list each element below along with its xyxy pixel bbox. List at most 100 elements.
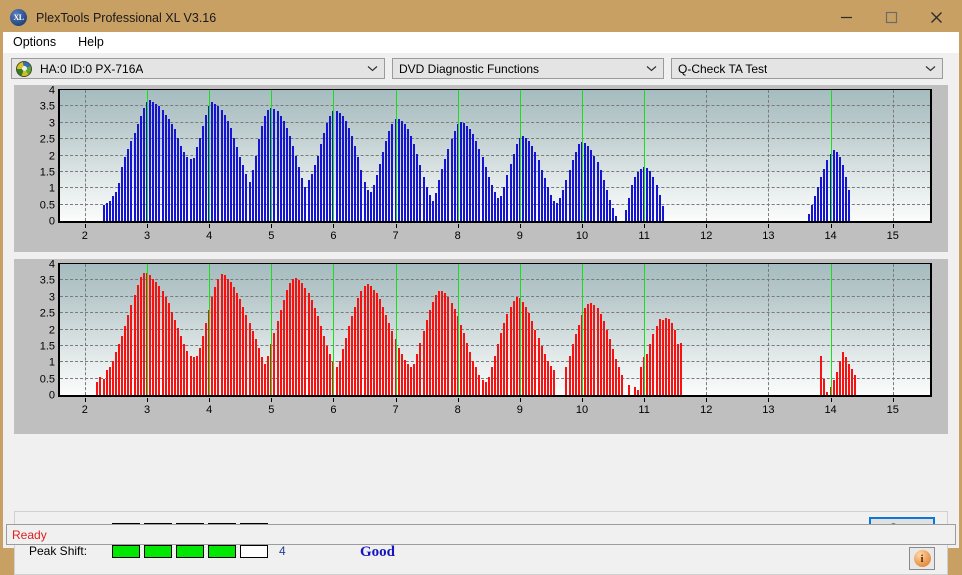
chart-bar xyxy=(577,144,580,221)
chart-bar xyxy=(587,145,590,221)
y-axis-tick-label: 3.5 xyxy=(39,100,55,113)
y-axis-tick-label: 0.5 xyxy=(39,199,55,212)
chart-bar xyxy=(251,170,254,221)
x-axis-tick-label: 6 xyxy=(330,230,337,242)
chart-bar xyxy=(549,365,552,395)
chart-bar xyxy=(810,204,813,221)
test-selector[interactable]: Q-Check TA Test xyxy=(671,58,943,79)
chart-bar xyxy=(130,140,133,221)
chart-bar xyxy=(217,106,220,221)
chart-bar xyxy=(633,386,636,395)
chart-bar xyxy=(494,355,496,395)
chart-bar xyxy=(509,163,512,221)
chart-bar xyxy=(264,363,267,395)
chart-bar xyxy=(375,175,378,221)
grid-line-vertical xyxy=(706,264,708,395)
chart-bar xyxy=(820,355,823,395)
chart-bar xyxy=(257,139,260,221)
x-axis-tick-label: 15 xyxy=(886,230,899,242)
chart-bar xyxy=(484,166,487,221)
chart-bar xyxy=(118,183,121,221)
close-icon[interactable] xyxy=(914,3,959,32)
chart-bar xyxy=(192,357,195,395)
chart-bar xyxy=(270,344,273,395)
chart-bar xyxy=(599,170,602,221)
chart-bar xyxy=(332,362,335,395)
chart-bar xyxy=(584,308,587,395)
x-axis-tick xyxy=(582,224,583,228)
chart-bar xyxy=(332,111,335,221)
chart-bar xyxy=(525,137,528,221)
chart-bar xyxy=(245,173,248,221)
chart-bar xyxy=(233,286,235,395)
chart-bar xyxy=(425,319,428,395)
chart-bar xyxy=(668,319,670,395)
chart-bar xyxy=(407,363,409,395)
chart-bar xyxy=(155,282,158,395)
maximize-icon[interactable] xyxy=(869,3,914,32)
menu-item-options[interactable]: Options xyxy=(11,34,65,51)
x-axis-tick xyxy=(768,398,770,402)
chart-bar xyxy=(506,313,509,395)
chart-bar xyxy=(260,126,263,221)
chart-bar xyxy=(655,326,658,395)
chart-bar xyxy=(279,115,282,221)
chart-bar xyxy=(133,295,136,395)
meter-segment xyxy=(240,544,268,558)
chart-bar xyxy=(260,357,263,395)
x-axis-tick xyxy=(333,224,335,228)
chart-bar xyxy=(410,367,413,395)
x-axis-tick xyxy=(147,224,148,228)
function-selector[interactable]: DVD Diagnostic Functions xyxy=(392,58,664,79)
chart-bar xyxy=(565,367,568,395)
grid-line-vertical xyxy=(84,90,86,221)
chart-bar xyxy=(807,214,810,221)
grid-line-horizontal xyxy=(60,344,930,346)
chart-bar xyxy=(285,290,288,395)
chart-bar xyxy=(382,306,385,395)
minimize-icon[interactable] xyxy=(824,3,869,32)
info-button[interactable]: i xyxy=(909,547,935,570)
chart-bar xyxy=(347,326,350,395)
x-axis-tick-label: 14 xyxy=(824,230,837,242)
chart-bar xyxy=(826,391,829,395)
chart-bar xyxy=(326,345,329,395)
chart-bar xyxy=(441,168,444,221)
menu-item-help[interactable]: Help xyxy=(76,34,113,51)
chart-bar xyxy=(180,145,183,221)
chart-bar xyxy=(111,360,114,395)
x-axis-tick xyxy=(892,398,894,402)
chart-bar xyxy=(357,157,360,221)
chart-bar xyxy=(512,300,515,395)
jitter-chart: 0 0.5 1 1.5 2 2.5 3 3.5 4 2 3 4 5 6 7 8 9 10 11 12 13 14 15 xyxy=(14,85,948,252)
x-axis-tick xyxy=(84,398,86,402)
chart-bar xyxy=(394,339,397,395)
x-axis-tick-label: 4 xyxy=(206,404,213,416)
chart-bar xyxy=(354,306,357,395)
chart-bar xyxy=(369,191,372,221)
meter-segment xyxy=(176,544,204,558)
chart-bar xyxy=(295,155,298,221)
chart-bar xyxy=(301,283,304,395)
chart-bar xyxy=(329,354,332,395)
x-axis-tick-label: 3 xyxy=(143,404,151,416)
drive-selector[interactable]: HA:0 ID:0 PX-716A xyxy=(11,58,385,79)
chart-bar xyxy=(450,302,453,395)
chart-bar xyxy=(447,148,450,221)
chart-bar xyxy=(152,278,155,395)
chart-bar xyxy=(347,127,350,221)
chart-bar xyxy=(183,344,186,395)
chart-bar xyxy=(310,173,313,221)
chart-bar xyxy=(469,352,472,395)
grid-line-vertical xyxy=(830,264,832,395)
window-title: PlexTools Professional XL V3.16 xyxy=(36,10,217,25)
chart-bar xyxy=(114,352,117,395)
y-axis-tick-label: 2.5 xyxy=(39,133,55,146)
menu-bar: Options Help xyxy=(3,32,959,53)
x-axis-tick xyxy=(706,224,708,228)
chart-bar xyxy=(161,109,164,221)
chart-bar xyxy=(273,332,276,395)
chart-bar xyxy=(518,298,521,395)
chart-bar xyxy=(537,160,540,221)
chart-bar xyxy=(621,375,624,395)
